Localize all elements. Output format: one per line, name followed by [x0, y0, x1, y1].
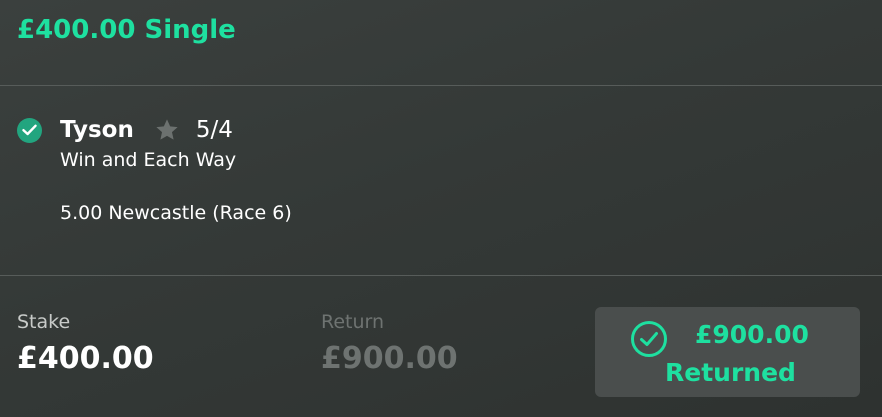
selection-row: Tyson 5/4: [17, 112, 233, 148]
selection-name: Tyson: [60, 117, 134, 143]
returned-amount: £900.00: [695, 320, 809, 349]
check-circle-outline-icon: [630, 320, 668, 358]
return-label: Return: [321, 311, 385, 333]
stake-value: £400.00: [17, 341, 154, 376]
star-icon[interactable]: [154, 117, 180, 143]
check-circle-icon: [17, 117, 42, 143]
selection-odds: 5/4: [195, 117, 233, 143]
market-name: Win and Each Way: [60, 149, 237, 171]
event-name: 5.00 Newcastle (Race 6): [60, 202, 292, 224]
return-value: £900.00: [321, 341, 458, 376]
divider: [0, 85, 882, 86]
bet-title: £400.00 Single: [17, 15, 236, 45]
divider: [0, 275, 882, 276]
stake-label: Stake: [17, 311, 71, 333]
returned-label: Returned: [665, 358, 796, 387]
returned-badge: £900.00 Returned: [595, 307, 860, 397]
